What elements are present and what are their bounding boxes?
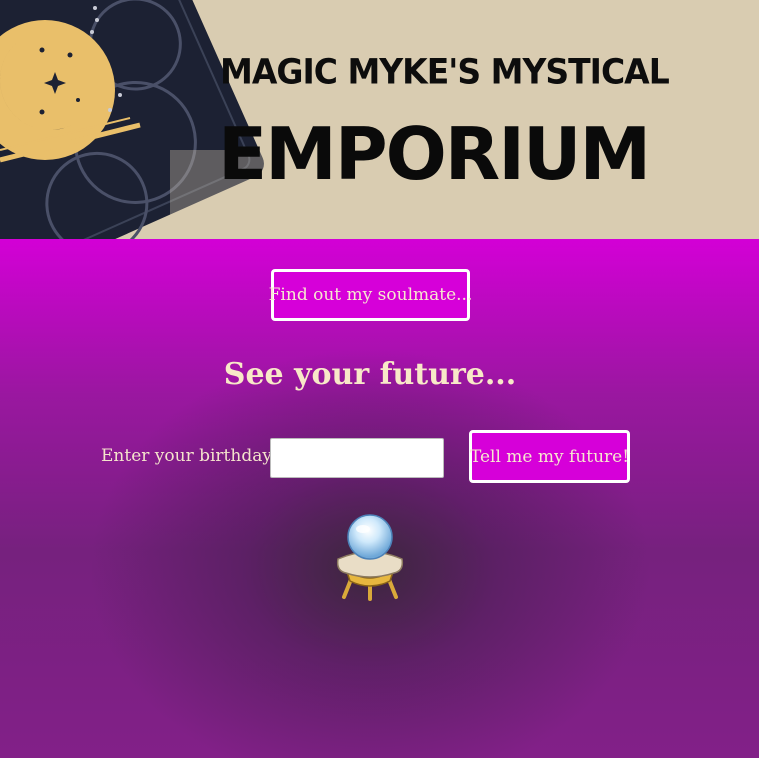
header-banner: MAGIC MYKE'S MYSTICAL EMPORIUM: [0, 0, 759, 239]
birthday-input[interactable]: [270, 438, 444, 478]
future-heading: See your future...: [223, 357, 517, 392]
tell-future-button[interactable]: Tell me my future!: [469, 430, 630, 483]
find-soulmate-button[interactable]: Find out my soulmate...: [269, 269, 472, 321]
birthday-label: Enter your birthday:: [101, 446, 278, 466]
crystal-ball-icon: [336, 514, 404, 601]
title-line1: MAGIC MYKE'S MYSTICAL: [220, 51, 670, 92]
main-content: Find out my soulmate... See your future.…: [0, 239, 759, 758]
title-line2: EMPORIUM: [218, 112, 651, 196]
